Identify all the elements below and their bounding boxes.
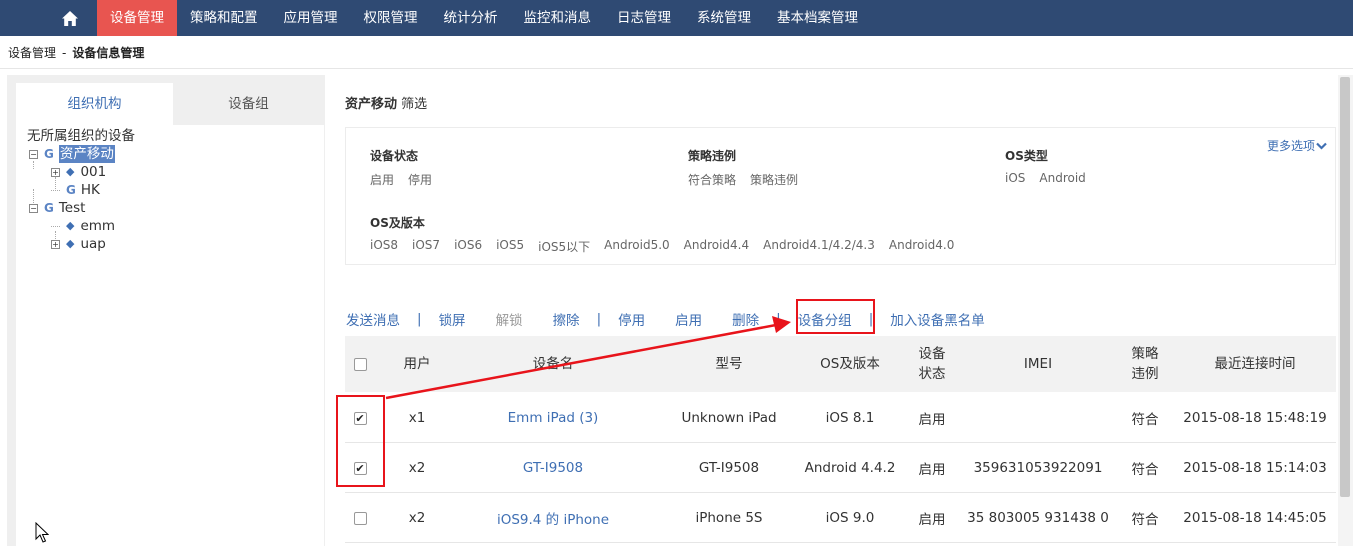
annotation-arrow — [385, 316, 791, 400]
mouse-cursor-icon — [35, 522, 49, 543]
